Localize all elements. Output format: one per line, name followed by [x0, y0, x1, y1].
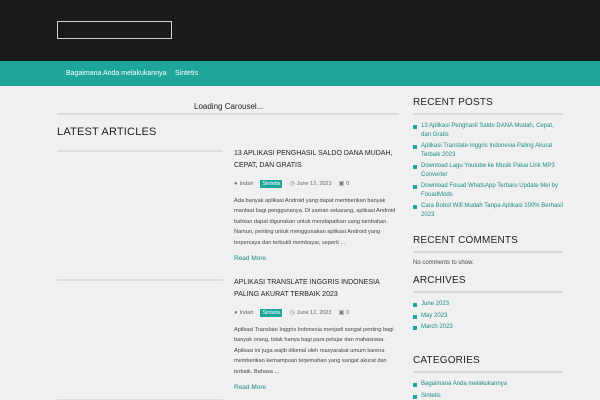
date-text: June 12, 2023 — [296, 309, 332, 316]
recent-posts-list: 13 Aplikasi Penghasil Saldo DANA Mudah, … — [413, 122, 563, 219]
recent-post-label: 13 Aplikasi Penghasil Saldo DANA Mudah, … — [421, 123, 554, 138]
no-comments-text: No comments to show. — [413, 260, 474, 266]
square-bullet-icon — [413, 145, 417, 149]
square-bullet-icon — [413, 383, 417, 387]
widget-divider — [413, 371, 563, 373]
widget-divider — [413, 113, 563, 115]
author-name: Indah — [239, 180, 254, 187]
article-meta: ● Indah Sintetis ◷ June 12, 2023 ▣ 0 — [234, 178, 400, 189]
article-thumbnail-divider — [57, 279, 223, 281]
article-title[interactable]: APLIKASI TRANSLATE INGGRIS INDONESIA PAL… — [234, 277, 400, 301]
widget-title: RECENT COMMENTS — [413, 235, 519, 246]
article-title[interactable]: 13 APLIKASI PENGHASIL SALDO DANA MUDAH, … — [234, 148, 400, 172]
read-more-link[interactable]: Read More — [234, 255, 400, 262]
user-icon: ● — [234, 309, 238, 316]
article-date: ◷ June 12, 2023 — [289, 180, 332, 188]
author-name: Indah — [239, 309, 254, 316]
carousel-divider — [57, 113, 399, 115]
archive-label: June 2023 — [421, 301, 450, 307]
main-navigation: Bagaimana Anda melakukannya Sintetis — [0, 61, 600, 86]
nav-item-bagaimana[interactable]: Bagaimana Anda melakukannya — [66, 61, 166, 86]
latest-articles-heading: LATEST ARTICLES — [57, 126, 157, 138]
widget-divider — [413, 251, 563, 253]
article-comments[interactable]: ▣ 0 — [338, 309, 350, 317]
article-comments[interactable]: ▣ 0 — [338, 180, 350, 188]
archives-widget: ARCHIVES June 2023 May 2023 March 2023 — [413, 274, 563, 335]
recent-comments-widget: RECENT COMMENTS No comments to show. — [413, 234, 563, 266]
recent-post-label: Aplikasi Translate Inggris Indonesia Pal… — [421, 143, 553, 158]
widget-divider — [413, 291, 563, 293]
square-bullet-icon — [413, 314, 417, 319]
archive-label: May 2023 — [421, 312, 448, 319]
square-bullet-icon — [413, 394, 417, 399]
square-bullet-icon — [413, 165, 417, 169]
carousel-loading-text: Loading Carousel... — [194, 102, 264, 111]
category-badge[interactable]: Sintetis — [260, 308, 283, 317]
recent-post-link[interactable]: Download Fouad WhatsApp Terbaru Update M… — [413, 182, 563, 199]
categories-list: Bagaimana Anda melakukannya Sintetis — [413, 380, 563, 400]
square-bullet-icon — [413, 185, 417, 189]
widget-title: CATEGORIES — [413, 355, 480, 366]
date-text: June 12, 2023 — [296, 180, 332, 187]
recent-posts-widget: RECENT POSTS 13 Aplikasi Penghasil Saldo… — [413, 96, 563, 222]
archive-link[interactable]: May 2023 — [413, 312, 563, 321]
search-input[interactable] — [57, 21, 172, 39]
article-excerpt: Ada banyak aplikasi Android yang dapat m… — [234, 198, 396, 246]
archive-link[interactable]: March 2023 — [413, 323, 563, 332]
article-author[interactable]: ● Indah — [234, 181, 253, 187]
article-thumbnail-divider — [57, 150, 223, 152]
recent-post-link[interactable]: Download Lagu Youtube ke Musik Pakai Lin… — [413, 162, 563, 179]
comment-icon: ▣ — [338, 310, 345, 316]
square-bullet-icon — [413, 125, 417, 129]
square-bullet-icon — [413, 205, 417, 209]
clock-icon: ◷ — [289, 310, 295, 316]
article-date: ◷ June 12, 2023 — [289, 309, 332, 317]
read-more-link[interactable]: Read More — [234, 384, 400, 391]
comment-count: 0 — [346, 180, 350, 187]
recent-post-link[interactable]: Cara Bobol Wifi Mudah Tanpa Aplikasi 100… — [413, 202, 563, 219]
widget-title: RECENT POSTS — [413, 97, 494, 108]
nav-item-sintetis[interactable]: Sintetis — [175, 61, 198, 86]
article-card: APLIKASI TRANSLATE INGGRIS INDONESIA PAL… — [234, 277, 400, 391]
categories-widget: CATEGORIES Bagaimana Anda melakukannya S… — [413, 354, 563, 400]
category-label: Sintetis — [421, 392, 441, 399]
recent-post-link[interactable]: 13 Aplikasi Penghasil Saldo DANA Mudah, … — [413, 122, 563, 139]
archives-list: June 2023 May 2023 March 2023 — [413, 300, 563, 332]
user-icon: ● — [234, 180, 238, 187]
article-meta: ● Indah Sintetis ◷ June 12, 2023 ▣ 0 — [234, 307, 400, 318]
article-author[interactable]: ● Indah — [234, 310, 253, 316]
square-bullet-icon — [413, 326, 417, 330]
comment-icon: ▣ — [338, 181, 345, 187]
recent-post-link[interactable]: Aplikasi Translate Inggris Indonesia Pal… — [413, 142, 563, 159]
clock-icon: ◷ — [289, 181, 295, 187]
recent-post-label: Download Lagu Youtube ke Musik Pakai Lin… — [421, 163, 555, 178]
article-excerpt: Aplikasi Translate Inggris Indonesia men… — [234, 327, 394, 375]
header-bar — [0, 0, 600, 61]
category-link[interactable]: Bagaimana Anda melakukannya — [413, 380, 563, 389]
square-bullet-icon — [413, 303, 417, 307]
recent-post-label: Download Fouad WhatsApp Terbaru Update M… — [421, 183, 558, 198]
article-card: 13 APLIKASI PENGHASIL SALDO DANA MUDAH, … — [234, 148, 400, 262]
widget-title: ARCHIVES — [413, 275, 466, 286]
category-link[interactable]: Sintetis — [413, 392, 563, 400]
comment-count: 0 — [346, 309, 350, 316]
archive-link[interactable]: June 2023 — [413, 300, 563, 309]
recent-post-label: Cara Bobol Wifi Mudah Tanpa Aplikasi 100… — [421, 203, 563, 218]
category-badge[interactable]: Sintetis — [260, 179, 283, 188]
category-label: Bagaimana Anda melakukannya — [421, 381, 508, 387]
archive-label: March 2023 — [421, 324, 453, 330]
